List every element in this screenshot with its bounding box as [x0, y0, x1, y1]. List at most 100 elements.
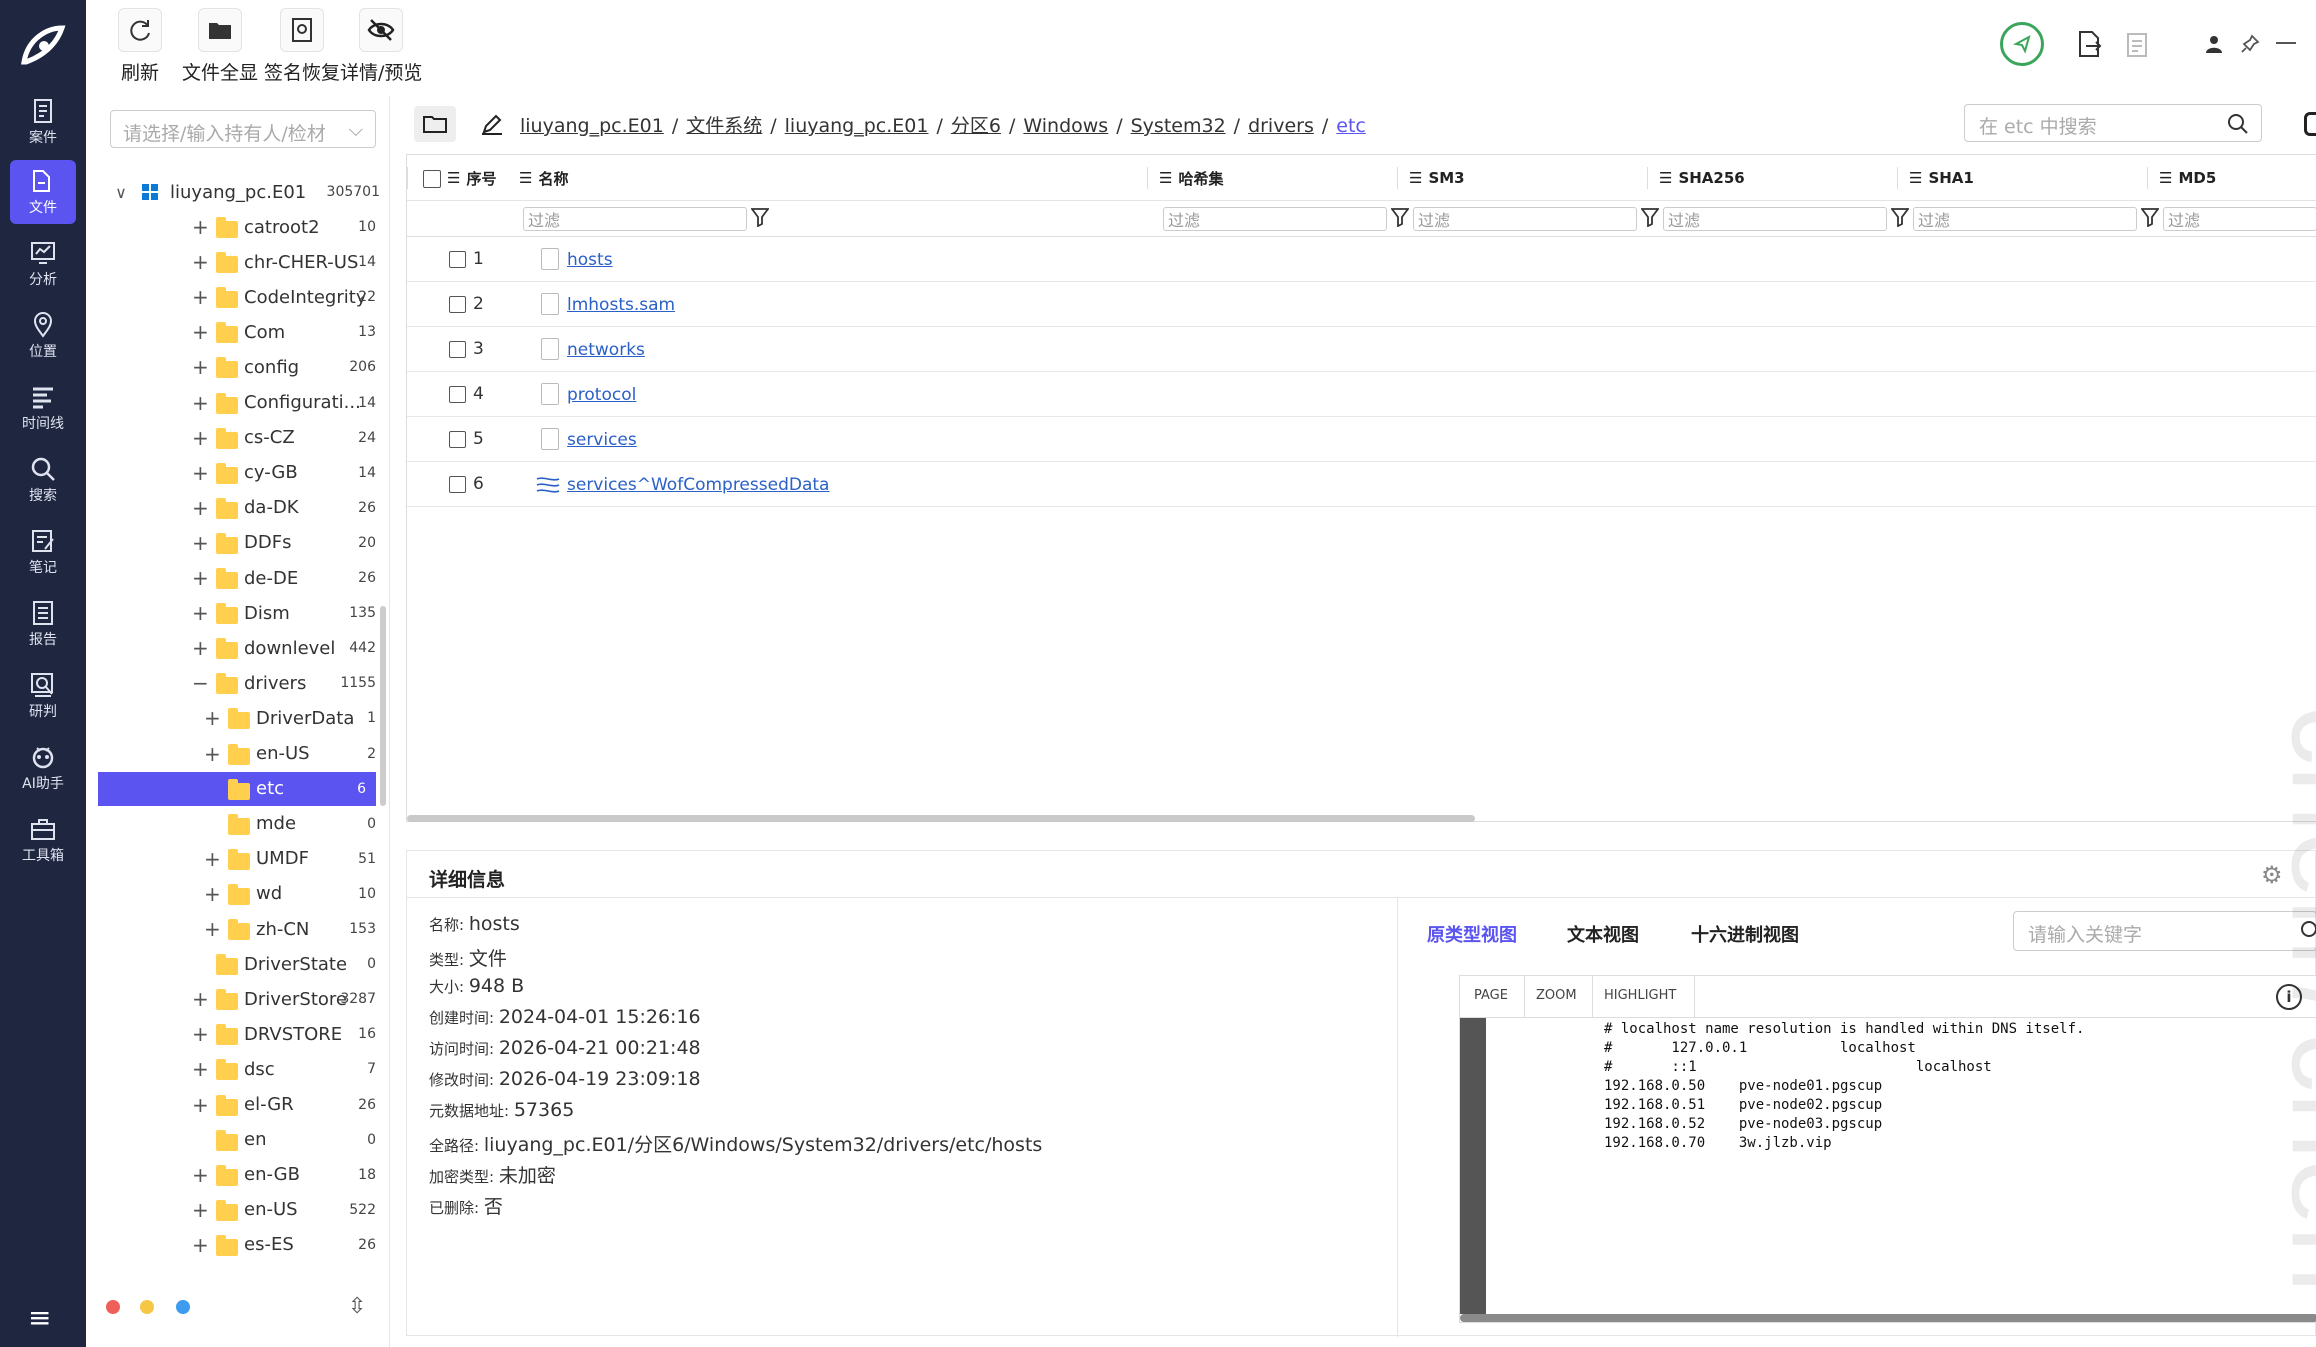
rail-item-timeline[interactable]: 时间线 — [10, 376, 76, 440]
table-row[interactable]: 5 services — [407, 417, 2316, 462]
column-separator[interactable] — [1647, 167, 1648, 189]
tree-item[interactable]: + Com 13 — [86, 315, 386, 349]
table-row[interactable]: 6 services^WofCompressedData — [407, 462, 2316, 507]
user-icon[interactable] — [2204, 34, 2224, 58]
tree-item[interactable]: + zh-CN 153 — [86, 912, 386, 946]
tree-item[interactable]: + cy-GB 14 — [86, 456, 386, 490]
column-header[interactable]: ☰ SHA256 — [1659, 155, 1745, 201]
all-files-button[interactable]: 文件全显 — [182, 8, 258, 85]
tree-item[interactable]: + DRVSTORE 16 — [86, 1017, 386, 1051]
grid-hscrollbar[interactable] — [407, 815, 1475, 822]
row-checkbox[interactable] — [449, 476, 466, 493]
filter-input[interactable]: 过滤 — [1663, 207, 1887, 231]
column-separator[interactable] — [2147, 167, 2148, 189]
expand-icon[interactable]: + — [192, 636, 209, 660]
filter-input[interactable]: 过滤 — [1913, 207, 2137, 231]
tree-item[interactable]: + de-DE 26 — [86, 561, 386, 595]
file-name-link[interactable]: services^WofCompressedData — [567, 475, 829, 495]
file-name-link[interactable]: networks — [567, 340, 645, 360]
breadcrumb-item[interactable]: drivers — [1248, 115, 1314, 137]
expand-icon[interactable]: + — [192, 355, 209, 379]
tree-item[interactable]: etc 6 — [98, 771, 376, 806]
filter-icon[interactable] — [750, 207, 770, 232]
menu-icon[interactable]: ≡ — [28, 1304, 51, 1332]
expand-icon[interactable]: + — [192, 320, 209, 344]
tree-item[interactable]: − drivers 1155 — [86, 666, 386, 700]
tree-scrollbar[interactable] — [380, 606, 386, 806]
filter-icon[interactable] — [1890, 207, 1910, 232]
rail-item-search[interactable]: 搜索 — [10, 448, 76, 512]
tree-item[interactable]: en 0 — [86, 1123, 386, 1157]
breadcrumb-item[interactable]: etc — [1336, 115, 1366, 137]
export-icon[interactable] — [2076, 30, 2102, 62]
column-header[interactable]: ☰ 哈希集 — [1159, 155, 1223, 201]
tree-item[interactable]: + CodeIntegrity 22 — [86, 280, 386, 314]
row-checkbox[interactable] — [449, 251, 466, 268]
rail-item-location[interactable]: 位置 — [10, 304, 76, 368]
database-icon[interactable] — [2304, 112, 2316, 136]
column-header[interactable]: ☰ MD5 — [2159, 155, 2216, 201]
collapse-icon[interactable]: − — [192, 671, 209, 695]
filter-input[interactable]: 过滤 — [1413, 207, 1637, 231]
tree-item[interactable]: + Configurati... 14 — [86, 386, 386, 420]
blue-dot-icon[interactable] — [176, 1300, 190, 1314]
expand-icon[interactable]: + — [204, 917, 221, 941]
rail-item-toolbox[interactable]: 工具箱 — [10, 808, 76, 872]
expand-icon[interactable]: + — [192, 1163, 209, 1187]
tree-item[interactable]: + downlevel 442 — [86, 631, 386, 665]
column-separator[interactable] — [407, 167, 408, 189]
signature-recover-button[interactable]: 签名恢复 — [264, 8, 340, 85]
tree-item[interactable]: + es-ES 26 — [86, 1228, 386, 1262]
expand-icon[interactable]: + — [192, 285, 209, 309]
folder-open-button[interactable] — [414, 106, 456, 142]
tree-item[interactable]: + DriverStore 3287 — [86, 982, 386, 1016]
expand-icon[interactable]: + — [192, 987, 209, 1011]
tree-item[interactable]: + Dism 135 — [86, 596, 386, 630]
expand-icon[interactable]: + — [204, 742, 221, 766]
expand-icon[interactable]: + — [204, 706, 221, 730]
rail-item-report[interactable]: 报告 — [10, 592, 76, 656]
tree-item[interactable]: + dsc 7 — [86, 1052, 386, 1086]
expand-icon[interactable]: + — [192, 1022, 209, 1046]
expand-icon[interactable]: + — [192, 531, 209, 555]
expand-icon[interactable]: + — [192, 1233, 209, 1257]
column-header[interactable]: ☰ 名称 — [519, 155, 568, 201]
file-name-link[interactable]: services — [567, 430, 637, 450]
tree-item[interactable]: + catroot2 10 — [86, 210, 386, 244]
breadcrumb-item[interactable]: 文件系统 — [686, 115, 762, 137]
red-dot-icon[interactable] — [106, 1300, 120, 1314]
table-row[interactable]: 3 networks — [407, 327, 2316, 372]
view-tab[interactable]: 原类型视图 — [1427, 921, 1517, 947]
row-checkbox[interactable] — [449, 431, 466, 448]
file-name-link[interactable]: protocol — [567, 385, 636, 405]
rail-item-case[interactable]: 案件 — [10, 90, 76, 154]
rail-item-ai[interactable]: AI助手 — [10, 736, 76, 800]
column-separator[interactable] — [1897, 167, 1898, 189]
tree-root[interactable]: ∨ liuyang_pc.E01 305701 — [86, 175, 386, 209]
minimize-icon[interactable] — [2276, 42, 2296, 44]
file-name-link[interactable]: lmhosts.sam — [567, 295, 675, 315]
collapse-icon[interactable]: ⇳ — [348, 1294, 366, 1319]
tree-item[interactable]: + cs-CZ 24 — [86, 421, 386, 455]
table-row[interactable]: 2 lmhosts.sam — [407, 282, 2316, 327]
detail-preview-button[interactable]: 详情/预览 — [340, 8, 422, 85]
expand-icon[interactable]: + — [192, 250, 209, 274]
status-check-icon[interactable] — [2000, 22, 2044, 66]
edit-path-icon[interactable] — [480, 112, 504, 140]
refresh-button[interactable]: 刷新 — [118, 8, 162, 85]
filter-input[interactable]: 过滤 — [1163, 207, 1387, 231]
table-row[interactable]: 1 hosts — [407, 237, 2316, 282]
report-doc-icon[interactable] — [2126, 32, 2148, 62]
filter-icon[interactable] — [1640, 207, 1660, 232]
search-input[interactable]: 在 etc 中搜索 — [1964, 104, 2262, 142]
breadcrumb-item[interactable]: liuyang_pc.E01 — [520, 115, 664, 137]
expand-icon[interactable]: + — [192, 1093, 209, 1117]
tree-item[interactable]: + el-GR 26 — [86, 1088, 386, 1122]
viewer-tab[interactable]: HIGHLIGHT — [1604, 988, 1676, 1003]
expand-icon[interactable]: + — [192, 566, 209, 590]
table-row[interactable]: 4 protocol — [407, 372, 2316, 417]
breadcrumb-item[interactable]: liuyang_pc.E01 — [785, 115, 929, 137]
view-tab[interactable]: 十六进制视图 — [1691, 921, 1799, 947]
row-checkbox[interactable] — [449, 341, 466, 358]
expand-icon[interactable]: + — [192, 496, 209, 520]
